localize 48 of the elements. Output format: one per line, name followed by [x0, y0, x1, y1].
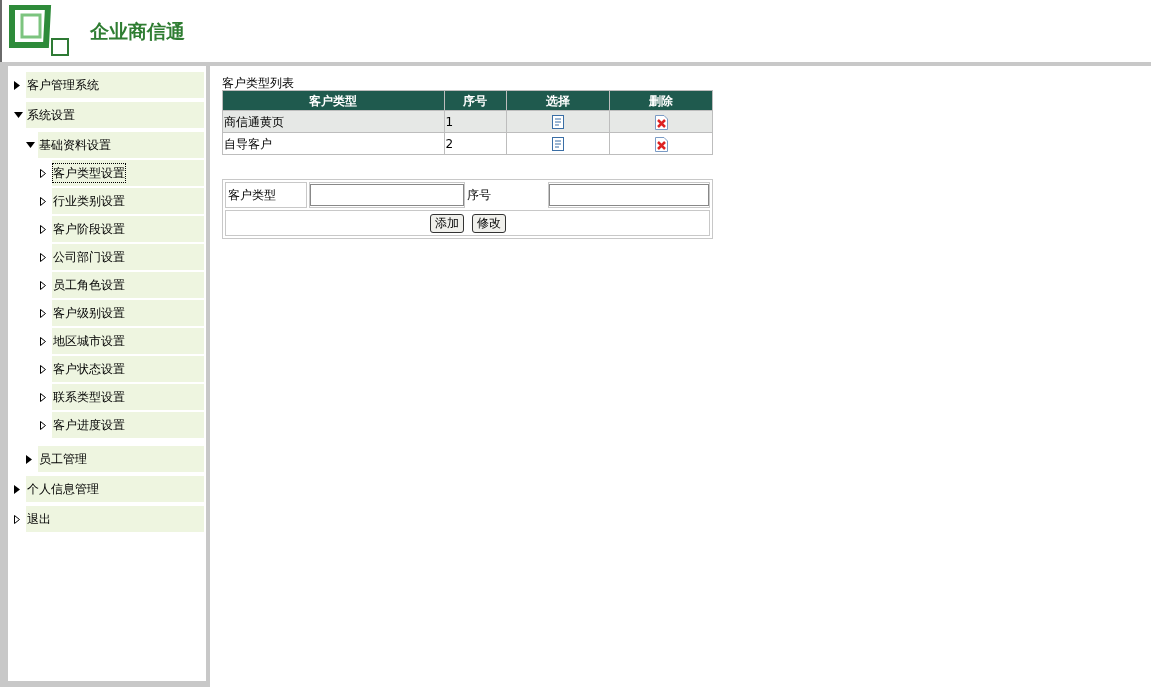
leaf-arrow-icon	[40, 224, 46, 234]
field-label: 客户类型	[225, 182, 307, 208]
table-caption: 客户类型列表	[222, 76, 295, 90]
table-cell: 1	[444, 110, 507, 133]
tree-item[interactable]: 地区城市设置	[52, 328, 204, 354]
leaf-arrow-icon	[40, 420, 46, 430]
column-header: 客户类型	[222, 90, 444, 111]
logo-text: 企业商信通	[90, 18, 185, 44]
tree-item[interactable]: 客户管理系统	[26, 72, 204, 98]
column-header: 选择	[506, 90, 610, 111]
field-label: 序号	[466, 187, 492, 204]
leaf-arrow-icon	[40, 364, 46, 374]
leaf-arrow-icon	[14, 514, 20, 524]
tree-item[interactable]: 客户状态设置	[52, 356, 204, 382]
delete-icon[interactable]	[654, 136, 668, 152]
column-header: 删除	[609, 90, 713, 111]
tree-item[interactable]: 公司部门设置	[52, 244, 204, 270]
delete-icon[interactable]	[654, 114, 668, 130]
table-cell: 自导客户	[222, 132, 444, 155]
tree-item[interactable]: 退出	[26, 506, 204, 532]
form-button[interactable]: 修改	[471, 213, 506, 233]
tree-item[interactable]: 客户级别设置	[52, 300, 204, 326]
column-header: 序号	[444, 90, 507, 111]
tree-item[interactable]: 系统设置	[26, 102, 204, 128]
tree-item[interactable]: 客户进度设置	[52, 412, 204, 438]
table-cell: 2	[444, 132, 507, 155]
table-cell: 商信通黄页	[222, 110, 444, 133]
edit-document-icon[interactable]	[552, 115, 565, 129]
tree-item[interactable]: 员工角色设置	[52, 272, 204, 298]
leaf-arrow-icon	[40, 196, 46, 206]
type-input[interactable]	[309, 184, 464, 206]
tree-item[interactable]: 员工管理	[38, 446, 204, 472]
tree-item[interactable]: 基础资料设置	[38, 132, 204, 158]
leaf-arrow-icon	[40, 252, 46, 262]
form-button[interactable]: 添加	[429, 213, 464, 233]
tree-item[interactable]: 客户阶段设置	[52, 216, 204, 242]
tree-item[interactable]: 联系类型设置	[52, 384, 204, 410]
number-input[interactable]	[549, 184, 709, 206]
leaf-arrow-icon	[40, 392, 46, 402]
leaf-arrow-icon	[40, 336, 46, 346]
leaf-arrow-icon	[40, 308, 46, 318]
leaf-arrow-icon	[40, 280, 46, 290]
tree-item[interactable]: 个人信息管理	[26, 476, 204, 502]
edit-document-icon[interactable]	[552, 137, 565, 151]
tree-item[interactable]: 行业类别设置	[52, 188, 204, 214]
tree-item[interactable]: 客户类型设置	[52, 160, 204, 186]
logo-icon	[8, 5, 70, 57]
leaf-arrow-icon	[40, 168, 46, 178]
